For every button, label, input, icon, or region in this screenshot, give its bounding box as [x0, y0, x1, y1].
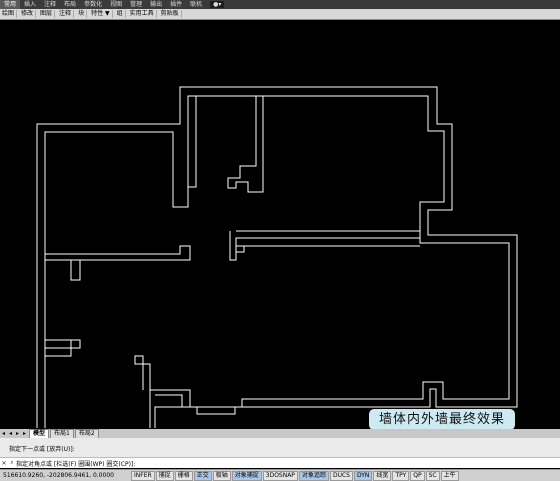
inner-wall-line: [44, 95, 510, 428]
first-tab-arrow-icon[interactable]: ◂: [0, 430, 7, 437]
tab-model[interactable]: 模型: [29, 429, 50, 438]
toggle-otrack[interactable]: 对象追踪: [298, 470, 329, 481]
partition-wall-line: [188, 96, 197, 188]
command-search-icon[interactable]: ⌕: [8, 459, 16, 467]
tab-parametric[interactable]: 参数化: [80, 0, 106, 9]
toggle-dyn[interactable]: DYN: [353, 470, 373, 481]
outer-wall-line: [36, 86, 518, 428]
ribbon-options-icon[interactable]: ●▾: [210, 1, 225, 8]
next-tab-arrow-icon[interactable]: ▸: [14, 430, 21, 437]
panel-draw[interactable]: 绘图: [0, 10, 18, 18]
command-window: 指定下一点或 [放弃(U)]: ✕ ⌕ 指定对角点或 [栏选(F) 圈围(WP)…: [0, 438, 560, 468]
toggle-lineweight[interactable]: 线宽: [373, 470, 392, 481]
last-tab-arrow-icon[interactable]: ▸: [21, 430, 28, 437]
partition-wall-line: [155, 394, 183, 407]
command-line[interactable]: ✕ ⌕ 指定对角点或 [栏选(F) 圈围(WP) 圈交(CP)]:: [0, 457, 560, 468]
toggle-qp[interactable]: QP: [410, 470, 425, 481]
tab-plugins[interactable]: 插件: [166, 0, 186, 9]
panel-utilities[interactable]: 实用工具: [128, 10, 157, 18]
panel-properties[interactable]: 特性 ▼: [89, 10, 113, 18]
tab-layout-2[interactable]: 布局2: [74, 429, 99, 438]
panel-annotation[interactable]: 注释: [57, 10, 75, 18]
toggle-snap[interactable]: 捕捉: [155, 470, 174, 481]
toggle-sc[interactable]: SC: [425, 470, 440, 481]
drawing-canvas[interactable]: 墙体内外墙最终效果: [0, 20, 560, 430]
toggle-tpy[interactable]: TPY: [392, 470, 410, 481]
toggle-osnap[interactable]: 对象捕捉: [231, 470, 262, 481]
panel-layers[interactable]: 图层: [38, 10, 56, 18]
partition-wall-line: [134, 355, 151, 390]
ribbon-panels: 绘图 修改 图层 注释 块 特性 ▼ 组 实用工具 剪贴板: [0, 9, 560, 20]
partition-wall-line: [45, 339, 81, 349]
toggle-ducs[interactable]: DUCS: [329, 470, 353, 481]
panel-clipboard[interactable]: 剪贴板: [159, 10, 182, 18]
command-prompt[interactable]: 指定对角点或 [栏选(F) 圈围(WP) 圈交(CP)]:: [16, 459, 135, 468]
status-bar: 516610.9260, -202806.9461, 0.0000 INFER …: [0, 469, 560, 481]
tab-layout[interactable]: 布局: [60, 0, 80, 9]
panel-groups[interactable]: 组: [115, 10, 126, 18]
tab-output[interactable]: 输出: [146, 0, 166, 9]
tab-manage[interactable]: 管理: [126, 0, 146, 9]
close-command-icon[interactable]: ✕: [0, 460, 8, 467]
tab-view[interactable]: 视图: [106, 0, 126, 9]
prev-tab-arrow-icon[interactable]: ◂: [7, 430, 14, 437]
toggle-grid[interactable]: 栅格: [174, 470, 193, 481]
tab-layout-1[interactable]: 布局1: [50, 429, 74, 438]
caption-label: 墙体内外墙最终效果: [369, 409, 515, 430]
partition-wall-line: [236, 245, 420, 253]
layout-tab-bar: ◂ ◂ ▸ ▸ 模型 布局1 布局2: [0, 429, 560, 438]
ribbon-tab-bar: 常用 插入 注释 布局 参数化 视图 管理 输出 插件 联机 ●▾: [0, 0, 560, 9]
floor-plan-drawing: [36, 86, 518, 428]
partition-wall-line: [45, 245, 191, 261]
tab-insert[interactable]: 插入: [20, 0, 40, 9]
tab-home[interactable]: 常用: [0, 0, 21, 9]
clock-label: 上午: [440, 470, 459, 481]
panel-block[interactable]: 块: [76, 10, 88, 18]
command-history: 指定下一点或 [放弃(U)]:: [9, 446, 75, 453]
toggle-ortho[interactable]: 正交: [193, 470, 212, 481]
toggle-3dosnap[interactable]: 3DOSNAP: [262, 470, 298, 481]
tab-annotate[interactable]: 注释: [40, 0, 60, 9]
partition-wall-line: [227, 96, 264, 193]
toggle-polar[interactable]: 极轴: [212, 470, 231, 481]
coordinate-readout: 516610.9260, -202806.9461, 0.0000: [3, 472, 114, 479]
toggle-infer[interactable]: INFER: [131, 470, 155, 481]
partition-wall-line: [70, 260, 81, 281]
tab-online[interactable]: 联机: [186, 0, 206, 9]
panel-modify[interactable]: 修改: [19, 10, 37, 18]
